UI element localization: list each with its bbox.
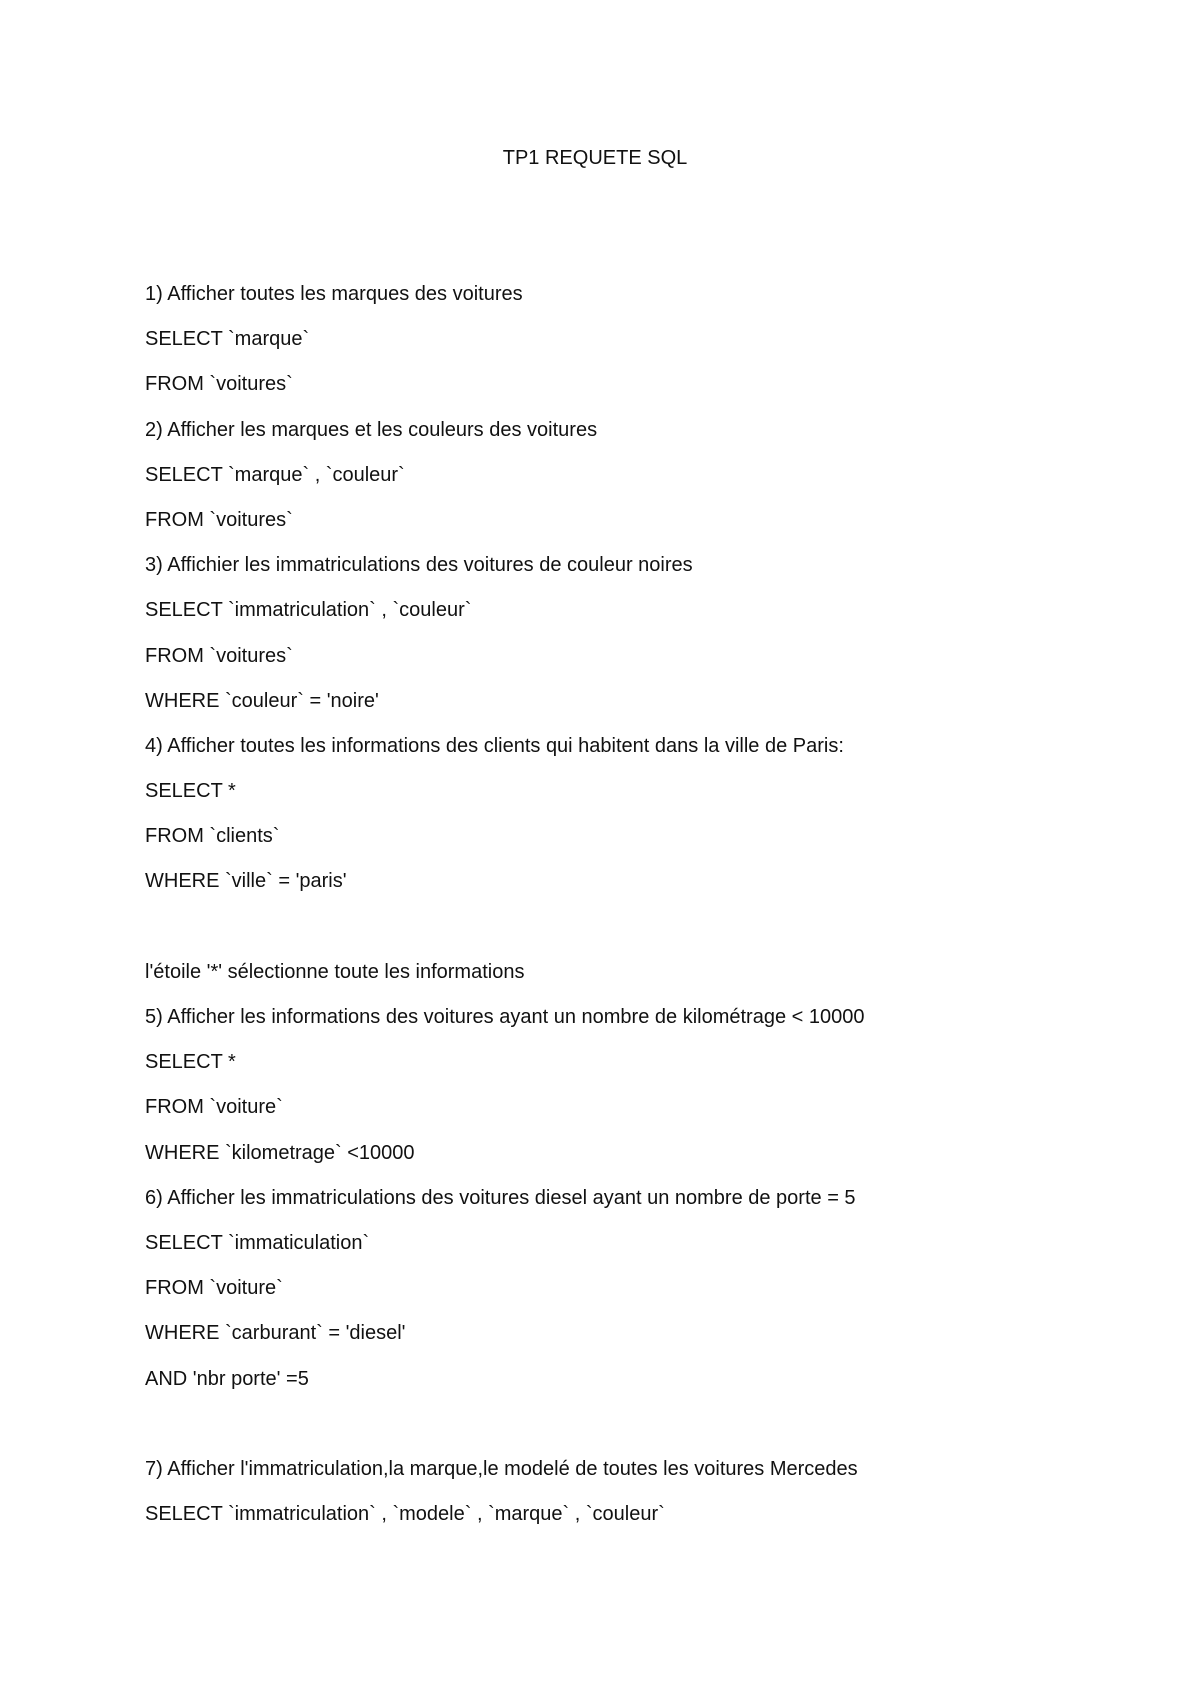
question-1-text: 1) Afficher toutes les marques des voitu… xyxy=(145,283,523,305)
sql-line: WHERE `carburant` = 'diesel' xyxy=(145,1322,406,1345)
document-title: TP1 REQUETE SQL xyxy=(502,147,688,169)
sql-line: SELECT * xyxy=(145,1051,236,1074)
sql-line: FROM `clients` xyxy=(145,825,280,848)
sql-line: SELECT `immatriculation` , `modele` , `m… xyxy=(145,1503,665,1526)
question-3-text: 3) Affichier les immatriculations des vo… xyxy=(145,554,693,577)
question-5-text: 5) Afficher les informations des voiture… xyxy=(145,1006,865,1028)
sql-line: SELECT `marque` , `couleur` xyxy=(145,463,405,486)
question-6-text: 6) Afficher les immatriculations des voi… xyxy=(145,1186,856,1209)
question-4-text: 4) Afficher toutes les informations des … xyxy=(145,734,844,757)
question-7-text: 7) Afficher l'immatriculation,la marque,… xyxy=(145,1457,858,1480)
sql-line: FROM `voiture` xyxy=(145,1277,283,1300)
sql-line: FROM `voitures` xyxy=(145,508,293,531)
sql-line: FROM `voitures` xyxy=(145,373,293,396)
sql-line: SELECT * xyxy=(145,780,236,803)
sql-line: WHERE `couleur` = 'noire' xyxy=(145,689,379,712)
sql-line: WHERE `ville` = 'paris' xyxy=(145,870,347,893)
sql-line: SELECT `immaticulation` xyxy=(145,1231,370,1254)
note-text: l'étoile '*' sélectionne toute les infor… xyxy=(145,960,525,983)
sql-line: SELECT `marque` xyxy=(145,328,310,351)
sql-line: SELECT `immatriculation` , `couleur` xyxy=(145,599,472,622)
sql-line: FROM `voiture` xyxy=(145,1096,283,1119)
question-2-text: 2) Afficher les marques et les couleurs … xyxy=(145,418,598,441)
sql-line: FROM `voitures` xyxy=(145,644,293,667)
sql-line: AND 'nbr porte' =5 xyxy=(145,1367,309,1390)
document-page: TP1 REQUETE SQL 1) Afficher toutes les m… xyxy=(0,0,1190,1684)
sql-line: WHERE `kilometrage` <10000 xyxy=(145,1141,415,1164)
document-body: 1) Afficher toutes les marques des voitu… xyxy=(145,282,1105,1547)
